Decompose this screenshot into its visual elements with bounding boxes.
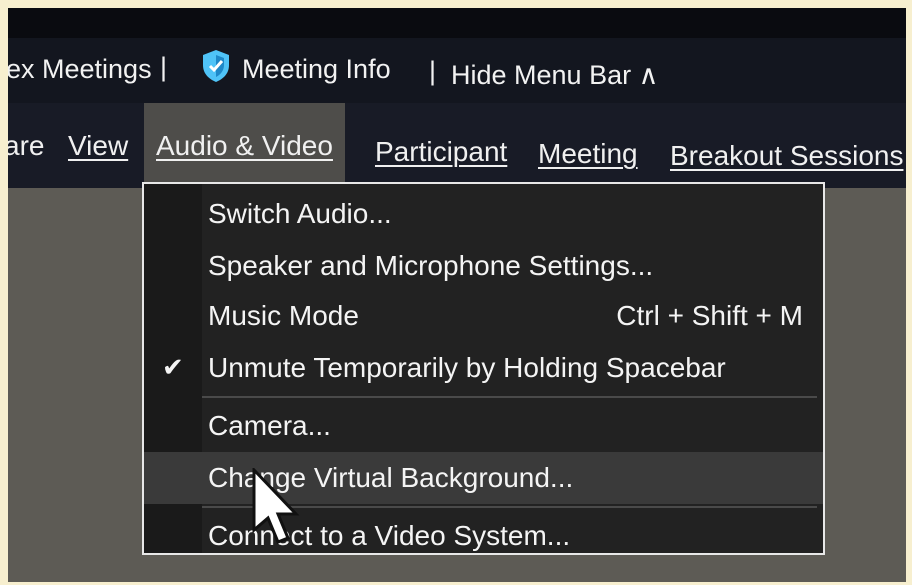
- separator: |: [429, 56, 437, 86]
- shield-icon: [203, 50, 229, 82]
- info-row: ex Meetings | Meeting Info | Hide Menu B…: [8, 46, 906, 96]
- checkmark-icon: ✔: [162, 352, 184, 382]
- menu-item-music-mode[interactable]: Music Mode Ctrl + Shift + M: [144, 290, 823, 342]
- audio-video-dropdown: Switch Audio... Speaker and Microphone S…: [142, 182, 825, 555]
- menu-audio-video[interactable]: Audio & Video: [144, 103, 345, 188]
- separator: |: [160, 52, 168, 82]
- menu-label: Meeting: [538, 138, 638, 169]
- menu-item-label: Camera...: [208, 410, 331, 441]
- menu-item-change-virtual-background[interactable]: Change Virtual Background...: [144, 452, 823, 504]
- menu-separator: [202, 396, 817, 398]
- menu-item-switch-audio[interactable]: Switch Audio...: [144, 188, 823, 240]
- meetings-label[interactable]: ex Meetings: [8, 54, 152, 85]
- menu-share[interactable]: are: [8, 103, 44, 188]
- menu-view[interactable]: View: [68, 103, 128, 188]
- menu-label: Participant: [375, 136, 508, 167]
- shortcut-text: Ctrl + Shift + M: [616, 300, 803, 331]
- meeting-info-bar: ex Meetings | Meeting Info | Hide Menu B…: [8, 8, 906, 103]
- menu-item-unmute-temporarily[interactable]: ✔ Unmute Temporarily by Holding Spacebar: [144, 342, 823, 394]
- monitor-bezel: [8, 8, 906, 38]
- menu-item-connect-video-system[interactable]: Connect to a Video System...: [144, 510, 823, 562]
- menu-item-camera[interactable]: Camera...: [144, 400, 823, 452]
- meeting-info-button[interactable]: Meeting Info: [242, 54, 391, 85]
- menu-label: Audio & Video: [156, 130, 333, 161]
- menu-label: are: [8, 130, 45, 161]
- menu-item-speaker-mic-settings[interactable]: Speaker and Microphone Settings...: [144, 240, 823, 292]
- menu-label: View: [68, 130, 129, 161]
- menu-label: Breakout Sessions: [670, 140, 904, 171]
- mouse-pointer-icon: [252, 468, 300, 544]
- menu-item-label: Speaker and Microphone Settings...: [208, 250, 654, 281]
- menu-bar: are View Audio & Video Participant Meeti…: [8, 103, 906, 188]
- screen: ex Meetings | Meeting Info | Hide Menu B…: [8, 8, 906, 582]
- menu-item-label: Unmute Temporarily by Holding Spacebar: [208, 352, 726, 383]
- menu-item-label: Music Mode: [208, 300, 359, 331]
- menu-item-label: Switch Audio...: [208, 198, 392, 229]
- hide-menu-bar-button[interactable]: Hide Menu Bar ∧: [451, 60, 658, 91]
